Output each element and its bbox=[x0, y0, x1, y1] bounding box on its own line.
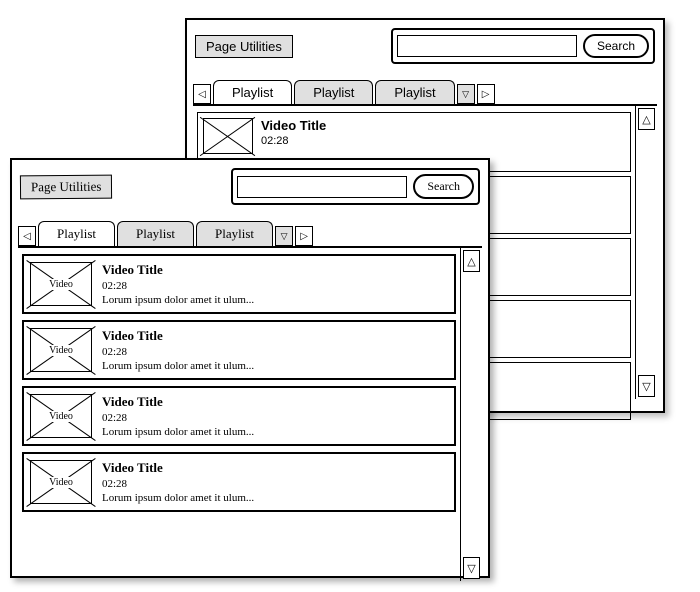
item-time: 02:28 bbox=[261, 135, 625, 147]
item-title: Video Title bbox=[102, 460, 448, 476]
item-desc: Lorum ipsum dolor amet it ulum... bbox=[102, 426, 448, 438]
list-front: Video Video Title 02:28 Lorum ipsum dolo… bbox=[18, 248, 460, 581]
video-thumbnail-icon: Video bbox=[30, 394, 92, 438]
list-item[interactable]: Video Video Title 02:28 Lorum ipsum dolo… bbox=[22, 320, 456, 380]
scroll-up-icon[interactable]: △ bbox=[638, 108, 655, 130]
item-info: Video Title 02:28 Lorum ipsum dolor amet… bbox=[102, 460, 448, 504]
list-item[interactable]: Video Video Title 02:28 Lorum ipsum dolo… bbox=[22, 386, 456, 446]
tab-playlist-2[interactable]: Playlist bbox=[117, 221, 194, 246]
item-title: Video Title bbox=[102, 328, 448, 344]
item-title: Video Title bbox=[102, 262, 448, 278]
item-title: Video Title bbox=[261, 118, 625, 133]
video-thumbnail-icon: Video bbox=[30, 328, 92, 372]
item-title: Video Title bbox=[102, 394, 448, 410]
thumb-label: Video bbox=[47, 345, 75, 356]
content-front: Video Video Title 02:28 Lorum ipsum dolo… bbox=[18, 246, 482, 581]
tab-playlist-1[interactable]: Playlist bbox=[213, 80, 292, 104]
page-utilities-button[interactable]: Page Utilities bbox=[195, 35, 293, 58]
tab-playlist-1[interactable]: Playlist bbox=[38, 221, 115, 246]
tabbar-front: ◁ Playlist Playlist Playlist ▽ ▷ bbox=[12, 221, 488, 246]
thumb-label: Video bbox=[47, 411, 75, 422]
search-input[interactable] bbox=[397, 35, 577, 57]
item-desc: Lorum ipsum dolor amet it ulum... bbox=[102, 360, 448, 372]
search-input[interactable] bbox=[237, 176, 407, 198]
window-front: Page Utilities Search ◁ Playlist Playlis… bbox=[10, 158, 490, 578]
tab-scroll-left-icon[interactable]: ◁ bbox=[193, 84, 211, 104]
scroll-up-icon[interactable]: △ bbox=[463, 250, 480, 272]
tab-dropdown-icon[interactable]: ▽ bbox=[275, 226, 293, 246]
tab-playlist-3[interactable]: Playlist bbox=[375, 80, 454, 104]
topbar-back: Page Utilities Search bbox=[187, 20, 663, 72]
scrollbar[interactable]: △ ▽ bbox=[635, 106, 657, 399]
page-utilities-button[interactable]: Page Utilities bbox=[20, 174, 113, 199]
tab-scroll-left-icon[interactable]: ◁ bbox=[18, 226, 36, 246]
tabbar-back: ◁ Playlist Playlist Playlist ▽ ▷ bbox=[187, 80, 663, 104]
item-time: 02:28 bbox=[102, 412, 448, 424]
scroll-track[interactable] bbox=[461, 274, 482, 555]
scroll-down-icon[interactable]: ▽ bbox=[638, 375, 655, 397]
list-item[interactable]: Video Video Title 02:28 Lorum ipsum dolo… bbox=[22, 452, 456, 512]
item-desc: Lorum ipsum dolor amet it ulum... bbox=[102, 294, 448, 306]
item-time: 02:28 bbox=[102, 346, 448, 358]
scroll-track[interactable] bbox=[636, 132, 657, 373]
video-thumbnail-icon bbox=[203, 118, 253, 154]
search-button[interactable]: Search bbox=[583, 34, 649, 58]
thumb-label: Video bbox=[47, 477, 75, 488]
tab-scroll-right-icon[interactable]: ▷ bbox=[295, 226, 313, 246]
item-info: Video Title 02:28 Lorum ipsum dolor amet… bbox=[102, 262, 448, 306]
thumb-label: Video bbox=[47, 279, 75, 290]
tab-playlist-2[interactable]: Playlist bbox=[294, 80, 373, 104]
list-item[interactable]: Video Video Title 02:28 Lorum ipsum dolo… bbox=[22, 254, 456, 314]
search-button[interactable]: Search bbox=[413, 174, 474, 199]
tab-playlist-3[interactable]: Playlist bbox=[196, 221, 273, 246]
item-time: 02:28 bbox=[102, 280, 448, 292]
search-wrap: Search bbox=[391, 28, 655, 64]
scrollbar[interactable]: △ ▽ bbox=[460, 248, 482, 581]
scroll-down-icon[interactable]: ▽ bbox=[463, 557, 480, 579]
item-info: Video Title 02:28 Lorum ipsum dolor amet… bbox=[102, 394, 448, 438]
item-info: Video Title 02:28 Lorum ipsum dolor amet… bbox=[102, 328, 448, 372]
video-thumbnail-icon: Video bbox=[30, 460, 92, 504]
item-time: 02:28 bbox=[102, 478, 448, 490]
tab-scroll-right-icon[interactable]: ▷ bbox=[477, 84, 495, 104]
tab-dropdown-icon[interactable]: ▽ bbox=[457, 84, 475, 104]
topbar-front: Page Utilities Search bbox=[12, 160, 488, 213]
search-wrap: Search bbox=[231, 168, 480, 205]
item-desc: Lorum ipsum dolor amet it ulum... bbox=[102, 492, 448, 504]
video-thumbnail-icon: Video bbox=[30, 262, 92, 306]
